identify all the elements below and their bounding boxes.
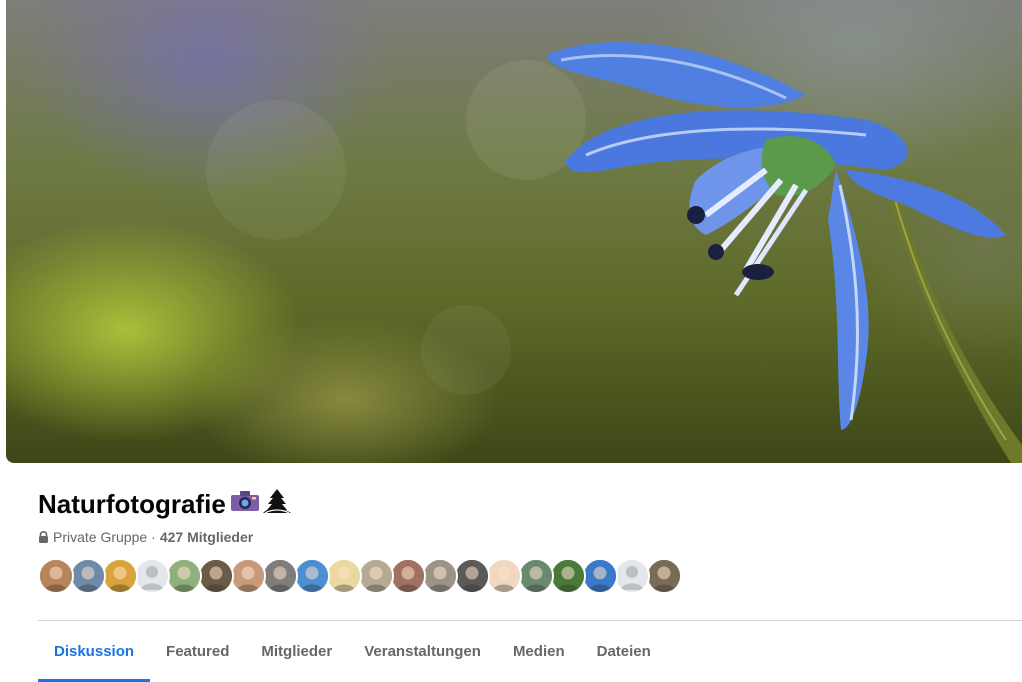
camera-icon	[230, 489, 260, 520]
member-avatar[interactable]	[486, 558, 522, 594]
member-avatar[interactable]	[166, 558, 202, 594]
member-avatar-icon	[72, 560, 104, 592]
group-meta: Private Gruppe · 427 Mitglieder	[38, 529, 253, 545]
member-avatar-icon	[552, 560, 584, 592]
member-avatar-icon	[456, 560, 488, 592]
member-avatar[interactable]	[326, 558, 362, 594]
group-name[interactable]: Naturfotografie	[38, 489, 226, 520]
member-avatar-icon	[104, 560, 136, 592]
member-avatar-icon	[40, 560, 72, 592]
member-avatar[interactable]	[134, 558, 170, 594]
member-avatar-icon	[200, 560, 232, 592]
landscape-icon	[262, 488, 292, 521]
member-avatar[interactable]	[614, 558, 650, 594]
tab-featured[interactable]: Featured	[150, 621, 245, 681]
member-avatar-icon	[168, 560, 200, 592]
member-avatar[interactable]	[262, 558, 298, 594]
flower-illustration	[206, 42, 1022, 463]
member-avatar[interactable]	[582, 558, 618, 594]
cover-photo[interactable]	[6, 0, 1022, 463]
tab-label: Featured	[166, 642, 230, 660]
group-title[interactable]: Naturfotografie	[38, 488, 292, 521]
member-avatar[interactable]	[230, 558, 266, 594]
member-count-link[interactable]: 427 Mitglieder	[160, 529, 253, 545]
member-avatar[interactable]	[454, 558, 490, 594]
member-avatar-icon	[584, 560, 616, 592]
default-avatar-icon	[136, 560, 168, 592]
member-avatar-icon	[264, 560, 296, 592]
member-avatar[interactable]	[294, 558, 330, 594]
member-avatar[interactable]	[358, 558, 394, 594]
tab-veranstaltungen[interactable]: Veranstaltungen	[348, 621, 497, 681]
member-avatar-icon	[520, 560, 552, 592]
member-avatar-icon	[296, 560, 328, 592]
member-avatar[interactable]	[390, 558, 426, 594]
tab-label: Medien	[512, 642, 565, 660]
tab-diskussion[interactable]: Diskussion	[38, 621, 151, 682]
member-avatar[interactable]	[198, 558, 234, 594]
member-avatar[interactable]	[70, 558, 106, 594]
member-avatar[interactable]	[38, 558, 74, 594]
member-avatar[interactable]	[102, 558, 138, 594]
member-avatar-list	[38, 558, 682, 594]
group-page: Naturfotografie Private Gruppe · 427 Mit…	[0, 0, 1022, 682]
member-avatar[interactable]	[518, 558, 554, 594]
tab-medien[interactable]: Medien	[497, 621, 581, 681]
group-tabs: Diskussion Featured Mitglieder Veranstaltun…	[38, 621, 667, 682]
title-emoji-group	[230, 488, 292, 521]
tab-label: Dateien	[596, 642, 651, 660]
meta-separator: ·	[151, 529, 156, 545]
tab-label: Diskussion	[54, 642, 135, 660]
member-avatar-icon	[232, 560, 264, 592]
member-avatar[interactable]	[646, 558, 682, 594]
tab-label: Veranstaltungen	[364, 642, 481, 660]
tab-label: Mitglieder	[261, 642, 333, 660]
lock-icon	[38, 531, 49, 543]
member-avatar-icon	[360, 560, 392, 592]
member-avatar-icon	[488, 560, 520, 592]
default-avatar-icon	[616, 560, 648, 592]
member-avatar-icon	[328, 560, 360, 592]
member-avatar-icon	[424, 560, 456, 592]
member-avatar-icon	[648, 560, 680, 592]
privacy-label[interactable]: Private Gruppe	[53, 529, 147, 545]
member-avatar-icon	[392, 560, 424, 592]
tab-mitglieder[interactable]: Mitglieder	[245, 621, 348, 681]
member-avatar[interactable]	[550, 558, 586, 594]
tab-dateien[interactable]: Dateien	[581, 621, 667, 681]
member-avatar[interactable]	[422, 558, 458, 594]
